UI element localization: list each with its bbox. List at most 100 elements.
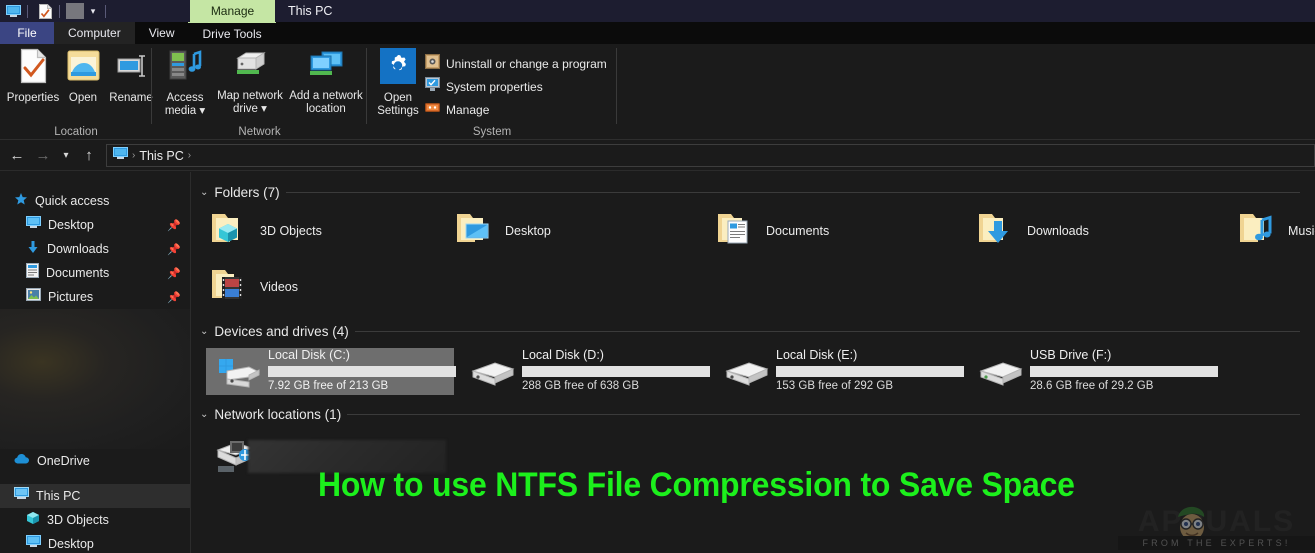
contextual-tab-manage[interactable]: Manage xyxy=(190,0,275,22)
gear-icon xyxy=(380,48,416,89)
qat-separator-2 xyxy=(59,4,63,18)
this-pc-icon[interactable] xyxy=(2,1,24,21)
ribbon-button-map-network-drive[interactable]: Map network drive ▾ xyxy=(214,48,286,115)
chevron-down-icon[interactable]: ▾ xyxy=(84,1,102,21)
tab-drive-tools[interactable]: Drive Tools xyxy=(188,22,276,44)
ribbon-button-uninstall-program[interactable]: Uninstall or change a program xyxy=(425,54,607,74)
breadcrumb-item-this-pc[interactable]: This PC xyxy=(139,149,183,163)
sidebar-item-this-pc[interactable]: This PC xyxy=(0,484,190,508)
tab-view[interactable]: View xyxy=(134,22,189,44)
folder-desktop-icon xyxy=(455,210,493,251)
sidebar-item-desktop-2[interactable]: Desktop xyxy=(0,532,190,553)
file-explorer-window: ▾ Manage This PC File Computer View Driv… xyxy=(0,0,1315,553)
sidebar-item-label: This PC xyxy=(36,489,81,503)
ribbon-label: Uninstall or change a program xyxy=(446,57,607,71)
3d-objects-icon xyxy=(26,511,40,530)
sidebar-item-quick-access[interactable]: Quick access xyxy=(0,189,190,213)
folder-documents-icon xyxy=(716,210,754,251)
pin-icon[interactable]: 📌 xyxy=(167,243,181,256)
onedrive-icon xyxy=(14,452,30,470)
documents-icon xyxy=(26,263,39,283)
sidebar-item-pictures[interactable]: Pictures 📌 xyxy=(0,285,190,309)
drive-item-usb-drive-f[interactable]: USB Drive (F:) 28.6 GB free of 29.2 GB xyxy=(968,348,1218,395)
chevron-down-icon: ▾ xyxy=(261,102,267,115)
sidebar-item-documents[interactable]: Documents 📌 xyxy=(0,261,190,285)
sidebar-item-3d-objects[interactable]: 3D Objects xyxy=(0,508,190,532)
drive-name: Local Disk (C:) xyxy=(268,348,350,362)
drive-icon xyxy=(469,359,517,392)
ribbon-button-add-network-location[interactable]: Add a network location xyxy=(288,48,364,115)
sidebar-item-label: Downloads xyxy=(47,242,109,256)
folder-videos-icon xyxy=(210,266,248,307)
ribbon-label-text: Access media xyxy=(164,92,204,117)
ribbon-group-divider xyxy=(616,48,617,124)
manage-icon xyxy=(425,100,440,120)
chevron-down-icon[interactable]: ⌄ xyxy=(200,409,208,420)
title-bar: ▾ Manage This PC xyxy=(0,0,1315,22)
pin-icon[interactable]: 📌 xyxy=(167,267,181,280)
section-rule xyxy=(285,192,1300,193)
window-title: This PC xyxy=(288,4,333,18)
star-icon xyxy=(14,192,28,211)
watermark-tagline: FROM THE EXPERTS! xyxy=(1118,536,1315,550)
breadcrumb-separator[interactable]: › xyxy=(188,150,191,161)
section-header-devices[interactable]: ⌄ Devices and drives (4) xyxy=(200,324,1300,339)
folder-item-3d-objects[interactable]: 3D Objects xyxy=(210,210,322,251)
arrow-right-icon[interactable]: → xyxy=(30,143,56,169)
drive-item-local-disk-d[interactable]: Local Disk (D:) 288 GB free of 638 GB xyxy=(460,348,710,395)
navigation-pane: Quick access Desktop 📌 Downloads 📌 Docum… xyxy=(0,172,191,553)
folder-item-downloads[interactable]: Downloads xyxy=(977,210,1089,251)
ribbon-group-label: Network xyxy=(238,126,281,138)
chevron-down-icon[interactable]: ⌄ xyxy=(200,187,208,198)
drive-item-local-disk-c[interactable]: Local Disk (C:) 7.92 GB free of 213 GB xyxy=(206,348,456,395)
sidebar-item-onedrive[interactable]: OneDrive xyxy=(0,449,190,473)
folder-item-documents[interactable]: Documents xyxy=(716,210,829,251)
drive-free-text: 288 GB free of 638 GB xyxy=(522,380,639,392)
address-bar: ← → ▾ ↑ › This PC › xyxy=(0,141,1315,171)
qat-extra-button[interactable] xyxy=(66,3,84,19)
folder-name: 3D Objects xyxy=(260,223,322,238)
ribbon-label: Access media ▾ xyxy=(156,92,214,117)
folder-item-videos[interactable]: Videos xyxy=(210,266,298,307)
arrow-left-icon[interactable]: ← xyxy=(4,143,30,169)
drive-usage-bar xyxy=(1030,366,1218,377)
section-header-folders[interactable]: ⌄ Folders (7) xyxy=(200,185,1300,200)
pin-icon[interactable]: 📌 xyxy=(167,219,181,232)
tab-file[interactable]: File xyxy=(0,22,54,44)
ribbon-button-manage[interactable]: Manage xyxy=(425,100,489,120)
drive-free-text: 153 GB free of 292 GB xyxy=(776,380,893,392)
folder-item-desktop[interactable]: Desktop xyxy=(455,210,551,251)
ribbon-button-system-properties[interactable]: System properties xyxy=(425,77,543,97)
sidebar-item-label: Desktop xyxy=(48,218,94,232)
open-folder-icon xyxy=(66,48,101,89)
arrow-up-icon[interactable]: ↑ xyxy=(76,143,102,169)
breadcrumb[interactable]: › This PC › xyxy=(106,144,1315,167)
ribbon-button-open-settings[interactable]: Open Settings xyxy=(372,48,424,117)
chevron-down-icon[interactable]: ⌄ xyxy=(200,326,208,337)
drive-item-local-disk-e[interactable]: Local Disk (E:) 153 GB free of 292 GB xyxy=(714,348,964,395)
windows-drive-icon xyxy=(215,357,263,394)
sidebar-item-label: OneDrive xyxy=(37,454,90,468)
pictures-icon xyxy=(26,288,41,306)
pin-icon[interactable]: 📌 xyxy=(167,291,181,304)
section-rule xyxy=(347,414,1300,415)
drive-name: USB Drive (F:) xyxy=(1030,348,1112,362)
downloads-icon xyxy=(26,240,40,259)
rename-icon xyxy=(114,48,149,89)
chevron-down-icon[interactable]: ▾ xyxy=(56,143,76,169)
tab-computer[interactable]: Computer xyxy=(54,22,135,44)
ribbon-label-text: Map network drive xyxy=(217,90,283,115)
map-network-drive-icon xyxy=(230,48,270,87)
sidebar-item-desktop[interactable]: Desktop 📌 xyxy=(0,213,190,237)
ribbon-button-access-media[interactable]: Access media ▾ xyxy=(156,48,214,117)
folder-name: Videos xyxy=(260,279,298,294)
ribbon-label: System properties xyxy=(446,80,543,94)
ribbon-group-location: Properties Open Rename Location xyxy=(0,44,153,140)
folder-item-music[interactable]: Music xyxy=(1238,210,1315,251)
section-header-network-locations[interactable]: ⌄ Network locations (1) xyxy=(200,407,1300,422)
properties-icon[interactable] xyxy=(34,1,56,21)
ribbon-group-label: System xyxy=(472,126,512,138)
ribbon-label: Rename xyxy=(109,92,153,104)
this-pc-icon xyxy=(14,487,29,505)
sidebar-item-downloads[interactable]: Downloads 📌 xyxy=(0,237,190,261)
